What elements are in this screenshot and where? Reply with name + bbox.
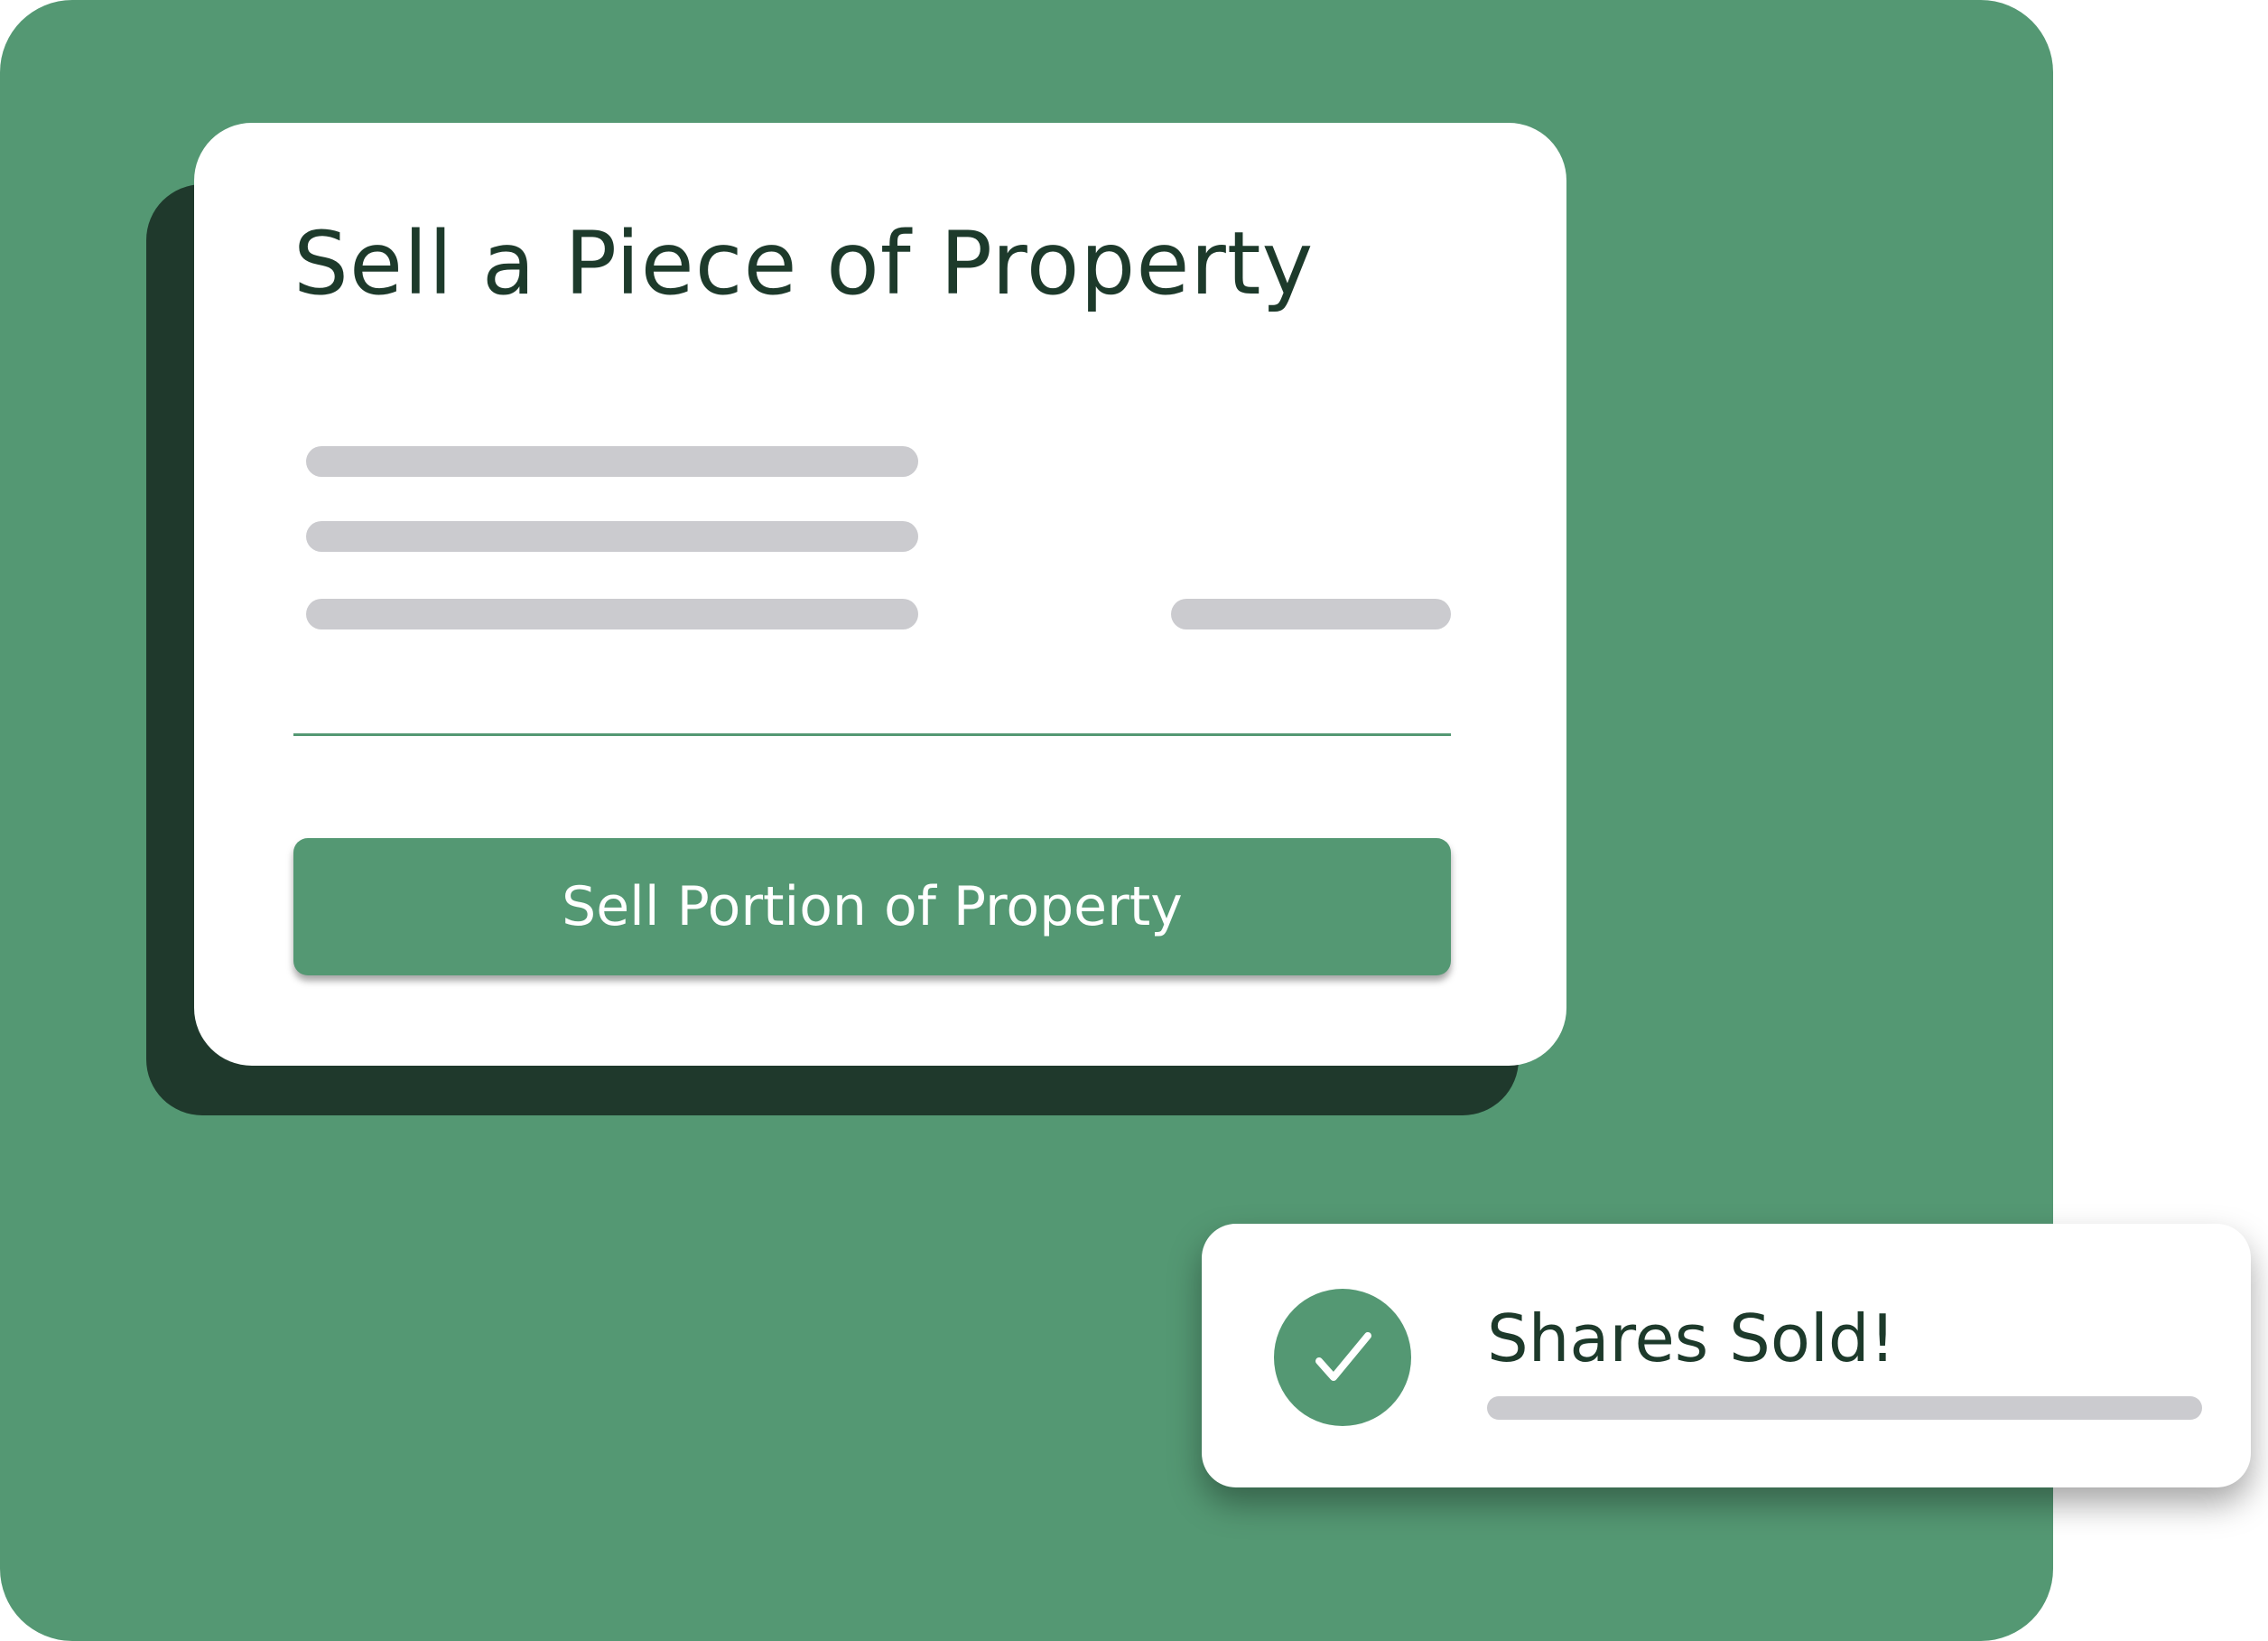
toast-title: Shares Sold! bbox=[1487, 1301, 1896, 1376]
illustration-stage: Sell a Piece of Property Sell Portion of… bbox=[0, 0, 2268, 1641]
check-circle-icon bbox=[1274, 1289, 1411, 1426]
card-title: Sell a Piece of Property bbox=[293, 213, 1315, 314]
placeholder-value bbox=[1171, 599, 1451, 629]
checkmark-icon bbox=[1315, 1332, 1371, 1381]
placeholder-line bbox=[306, 599, 918, 629]
success-toast: Shares Sold! bbox=[1202, 1224, 2251, 1487]
sell-property-card: Sell a Piece of Property Sell Portion of… bbox=[194, 123, 1566, 1066]
placeholder-line bbox=[306, 446, 918, 477]
sell-portion-button[interactable]: Sell Portion of Property bbox=[293, 838, 1451, 975]
toast-placeholder-line bbox=[1487, 1396, 2202, 1420]
placeholder-line bbox=[306, 521, 918, 552]
divider bbox=[293, 733, 1451, 736]
